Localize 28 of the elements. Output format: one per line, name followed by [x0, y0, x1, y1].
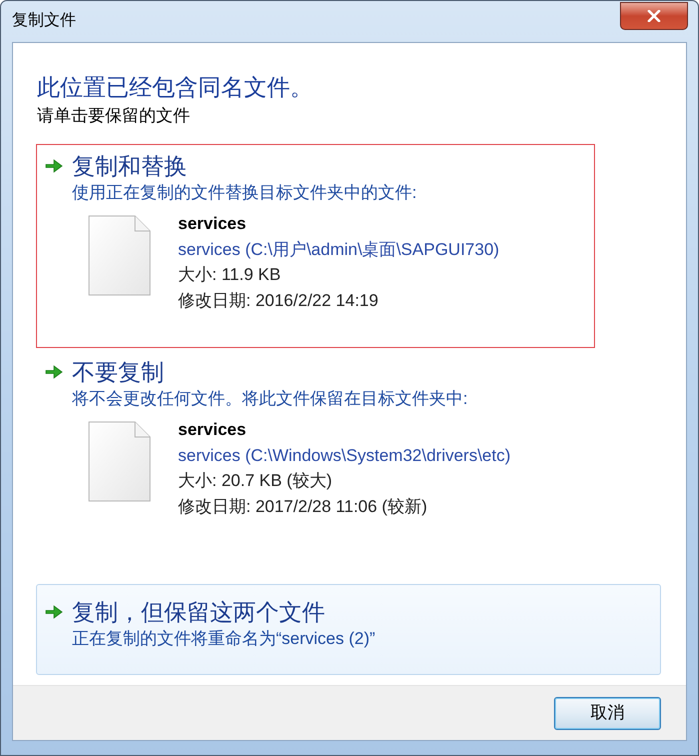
option-card[interactable]: 不要复制 将不会更改任何文件。将此文件保留在目标文件夹中: services services (C:\Windows\System32\drivers\etc) 大小: 20.7 KB (较大) 修改日期: 2017/2/28 11:06 (较新)	[36, 350, 661, 554]
option-description: 正在复制的文件将重命名为“services (2)”	[72, 628, 376, 650]
option-title: 不要复制	[72, 358, 164, 386]
right-arrow-icon	[45, 364, 63, 380]
close-button[interactable]	[620, 2, 688, 30]
right-arrow-icon	[45, 604, 63, 620]
option-title: 复制和替换	[72, 152, 187, 180]
file-name: services	[178, 213, 248, 235]
dialog-heading: 此位置已经包含同名文件。	[37, 73, 314, 102]
file-icon	[88, 215, 151, 296]
file-modified: 修改日期: 2016/2/22 14:19	[178, 290, 380, 312]
file-size: 大小: 20.7 KB (较大)	[178, 470, 333, 492]
cancel-button[interactable]: 取消	[554, 696, 661, 730]
window-title: 复制文件	[12, 11, 76, 31]
option-card[interactable]: 复制，但保留这两个文件 正在复制的文件将重命名为“services (2)”	[36, 584, 661, 675]
file-name: services	[178, 419, 248, 441]
option-description: 将不会更改任何文件。将此文件保留在目标文件夹中:	[72, 388, 469, 410]
right-arrow-icon	[45, 158, 63, 174]
file-modified: 修改日期: 2017/2/28 11:06 (较新)	[178, 496, 428, 518]
option-card[interactable]: 复制和替换 使用正在复制的文件替换目标文件夹中的文件: services services (C:\用户\admin\桌面\SAPGUI730) 大小: 11.9 KB 修改日期: 2016/2/22 14:19	[36, 144, 595, 348]
close-icon	[647, 10, 661, 22]
file-size: 大小: 11.9 KB	[178, 264, 282, 286]
option-title: 复制，但保留这两个文件	[72, 598, 325, 626]
instruction-text: 请单击要保留的文件	[37, 105, 191, 127]
file-icon	[88, 421, 151, 502]
file-path: services (C:\Windows\System32\drivers\etc)	[178, 445, 511, 467]
option-description: 使用正在复制的文件替换目标文件夹中的文件:	[72, 182, 418, 204]
file-path: services (C:\用户\admin\桌面\SAPGUI730)	[178, 239, 500, 261]
